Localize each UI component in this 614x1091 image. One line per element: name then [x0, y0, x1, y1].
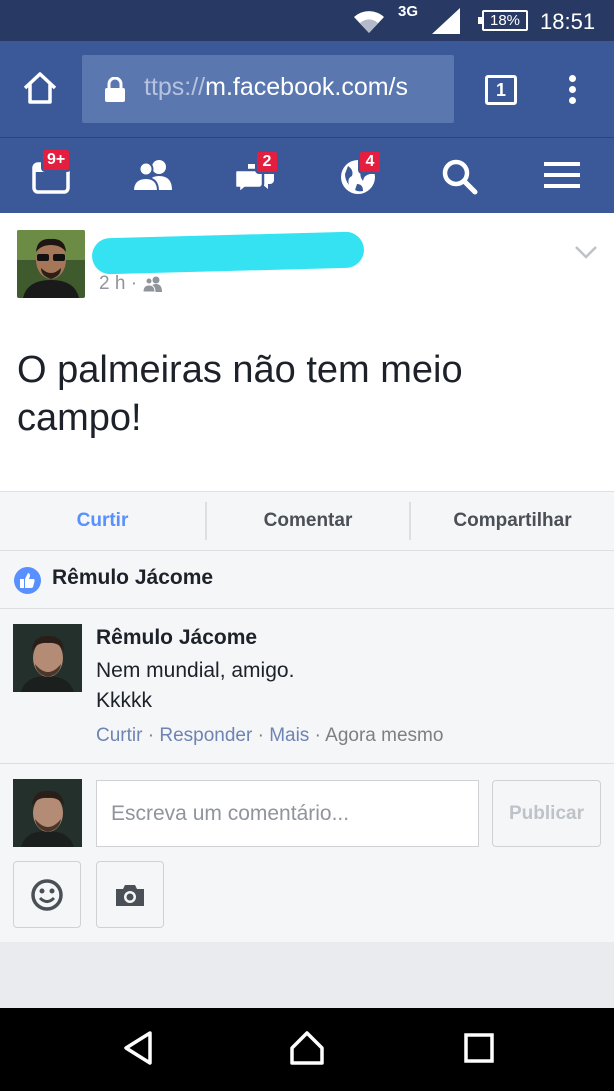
- post-actions-bar: Curtir Comentar Compartilhar: [0, 491, 614, 551]
- url-host: m.facebook.com/s: [205, 73, 408, 101]
- publish-button[interactable]: Publicar: [492, 780, 601, 847]
- nav-messages[interactable]: 2: [215, 138, 295, 214]
- sticker-button[interactable]: [13, 861, 81, 928]
- back-icon[interactable]: [122, 1030, 154, 1066]
- comment-author[interactable]: Rêmulo Jácome: [96, 626, 257, 650]
- nav-menu[interactable]: [522, 138, 602, 214]
- post-timestamp[interactable]: 2 h ·: [99, 273, 137, 295]
- lock-icon: [105, 77, 125, 102]
- like-reaction-icon: [14, 567, 41, 594]
- comment-more-link[interactable]: Mais: [269, 725, 309, 746]
- comment-author-avatar[interactable]: [13, 624, 82, 692]
- search-icon: [442, 159, 478, 195]
- page-background: [0, 942, 614, 1008]
- tab-switcher-button[interactable]: 1: [485, 75, 517, 105]
- overflow-menu-icon[interactable]: [569, 75, 576, 108]
- battery-indicator: 18%: [478, 10, 528, 31]
- nav-feed[interactable]: 9+: [11, 138, 91, 214]
- wifi-icon: [354, 11, 384, 33]
- like-button[interactable]: Curtir: [0, 492, 205, 550]
- url-text: ttps://m.facebook.com/s: [144, 73, 408, 102]
- comment-composer: Publicar: [0, 764, 614, 942]
- share-button[interactable]: Compartilhar: [411, 492, 614, 550]
- notification-badge: 9+: [41, 148, 72, 172]
- address-bar[interactable]: ttps://m.facebook.com/s: [82, 55, 454, 123]
- home-icon[interactable]: [22, 71, 58, 105]
- audience-friends-icon: [143, 276, 162, 292]
- comment-actions: Curtir · Responder · Mais · Agora mesmo: [96, 725, 444, 746]
- facebook-nav-bar: 9+ 2 4: [0, 137, 614, 213]
- post-author-avatar[interactable]: [17, 230, 85, 298]
- comment-button[interactable]: Comentar: [207, 492, 409, 550]
- smiley-icon: [31, 878, 63, 911]
- android-navigation-bar: [0, 1008, 614, 1091]
- author-name-redaction: [91, 231, 365, 275]
- photo-button[interactable]: [96, 861, 164, 928]
- browser-toolbar: ttps://m.facebook.com/s 1: [0, 41, 614, 137]
- comment-reply-link[interactable]: Responder: [159, 725, 252, 746]
- menu-icon: [544, 162, 580, 188]
- notifications-badge: 4: [358, 150, 382, 174]
- recents-icon[interactable]: [464, 1033, 494, 1063]
- friends-icon: [132, 160, 172, 192]
- likes-summary[interactable]: Rêmulo Jácome: [0, 551, 614, 609]
- network-type: 3G: [398, 3, 419, 20]
- url-prefix: ttps://: [144, 73, 206, 101]
- camera-icon: [116, 884, 144, 906]
- nav-friends[interactable]: [113, 138, 193, 214]
- nav-search[interactable]: [420, 138, 500, 214]
- comment-item: Rêmulo Jácome Nem mundial, amigo. Kkkkk …: [0, 609, 614, 764]
- nav-notifications[interactable]: 4: [318, 138, 398, 214]
- messages-badge: 2: [255, 150, 279, 174]
- liker-name[interactable]: Rêmulo Jácome: [52, 566, 213, 590]
- home-button-icon[interactable]: [289, 1030, 325, 1066]
- chevron-down-icon[interactable]: [574, 245, 598, 259]
- post-card: 2 h · O palmeiras não tem meio campo!: [0, 213, 614, 491]
- comment-like-link[interactable]: Curtir: [96, 725, 142, 746]
- comment-timestamp: Agora mesmo: [325, 725, 444, 746]
- signal-icon: [432, 8, 460, 34]
- status-bar: 3G 18% 18:51: [0, 0, 614, 41]
- comment-text: Nem mundial, amigo. Kkkkk: [96, 659, 295, 712]
- current-user-avatar: [13, 779, 82, 847]
- post-text: O palmeiras não tem meio campo!: [17, 349, 463, 439]
- comment-input[interactable]: [96, 780, 479, 847]
- clock: 18:51: [540, 9, 596, 34]
